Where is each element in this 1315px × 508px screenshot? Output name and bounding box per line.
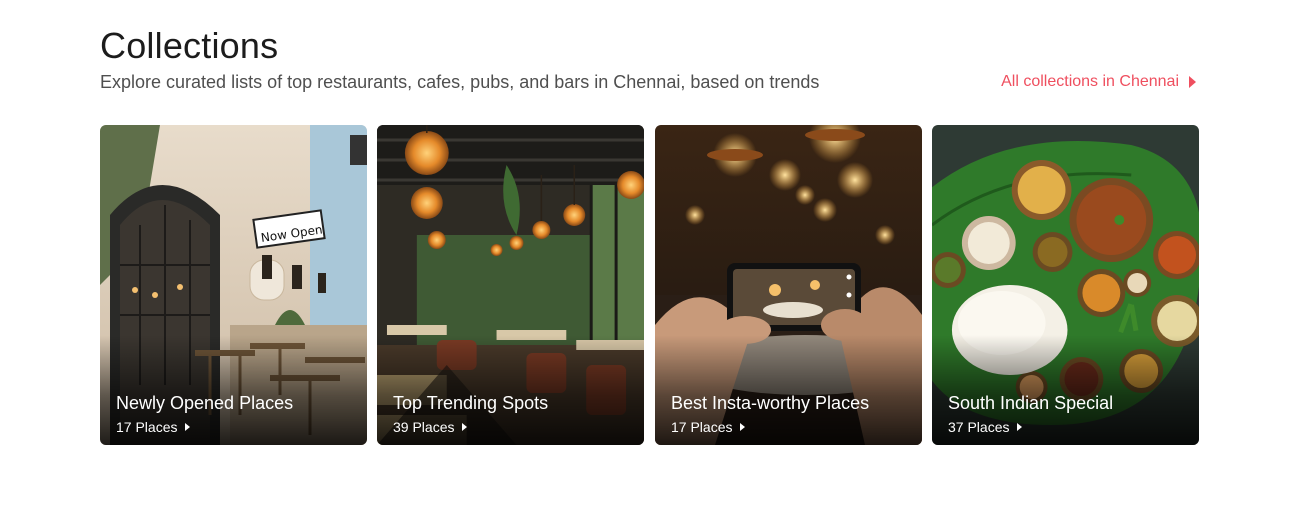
collection-card-insta-worthy[interactable]: Best Insta-worthy Places 17 Places [655,125,922,445]
collection-card-top-trending[interactable]: Top Trending Spots 39 Places [377,125,644,445]
collection-count-label: 39 Places [393,419,455,435]
collection-count-label: 17 Places [671,419,733,435]
caret-right-icon [740,423,746,431]
all-collections-link[interactable]: All collections in Chennai [1001,73,1196,91]
section-title: Collections [100,25,279,66]
caret-right-icon [1189,76,1196,88]
collection-name: Newly Opened Places [116,393,294,413]
collection-name: Top Trending Spots [393,393,549,413]
section-subtitle: Explore curated lists of top restaurants… [100,72,820,92]
collection-count: 37 Places [948,419,1023,435]
collection-card-south-indian[interactable]: South Indian Special 37 Places [932,125,1199,445]
collection-count: 17 Places [671,419,746,435]
collection-name: South Indian Special [948,393,1114,413]
collection-count-label: 37 Places [948,419,1010,435]
collection-count-label: 17 Places [116,419,178,435]
collection-card-newly-opened[interactable]: Now Open Newly Opened Places 17 Places [100,125,367,445]
collection-cards: Now Open Newly Opened Places 17 Places T… [100,125,1200,445]
collections-section: Collections Explore curated lists of top… [100,0,1200,508]
caret-right-icon [185,423,191,431]
collection-count: 39 Places [393,419,468,435]
all-collections-label: All collections in Chennai [1001,73,1179,90]
collection-count: 17 Places [116,419,191,435]
caret-right-icon [1017,423,1023,431]
collection-name: Best Insta-worthy Places [671,393,870,413]
caret-right-icon [462,423,468,431]
